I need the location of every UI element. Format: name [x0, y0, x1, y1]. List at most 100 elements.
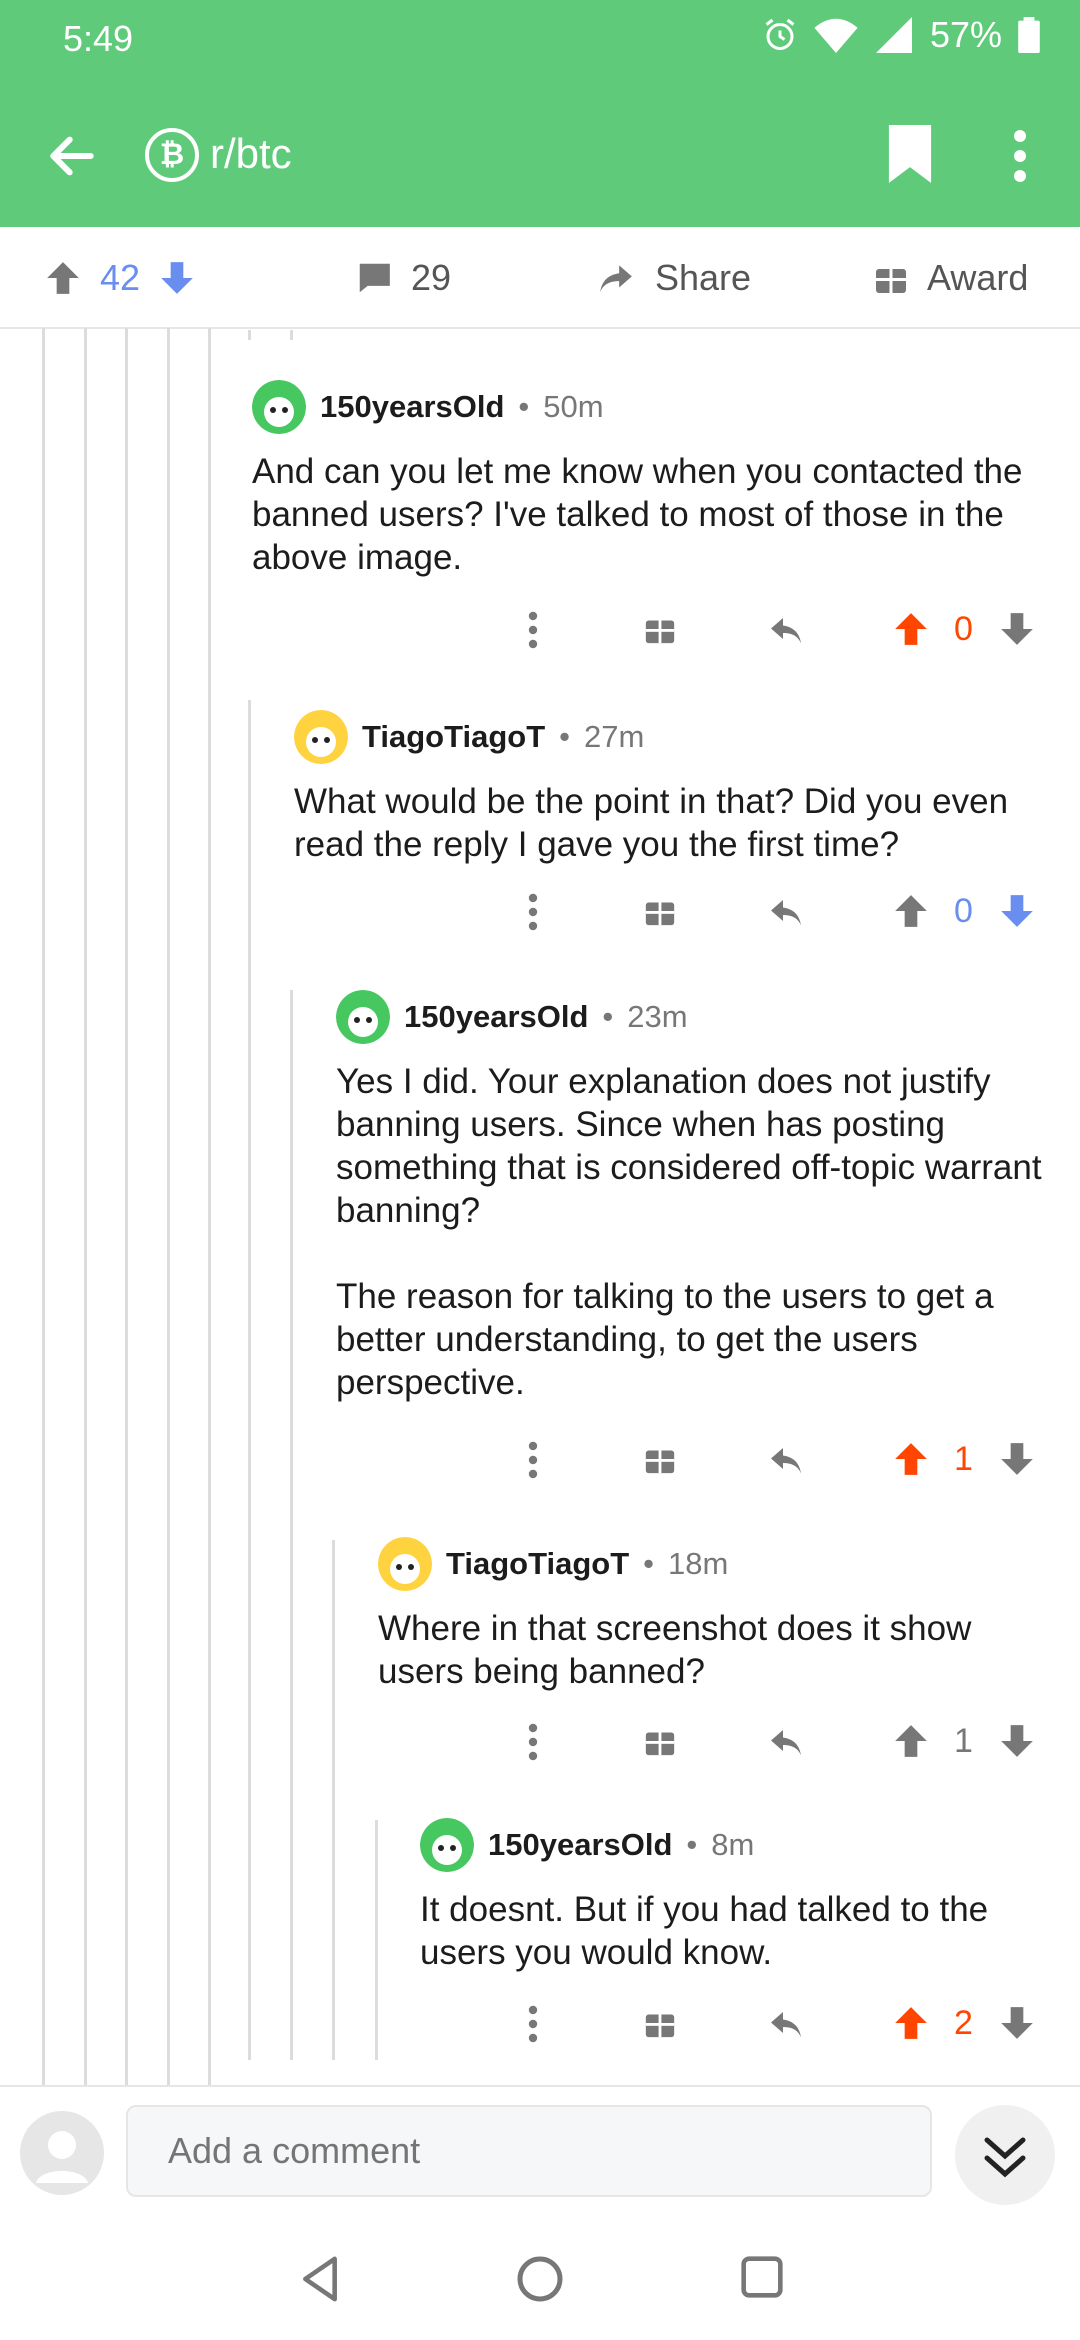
- more-options-icon[interactable]: [526, 1722, 540, 1762]
- gift-icon[interactable]: [643, 1724, 677, 1758]
- avatar-icon[interactable]: [336, 990, 390, 1044]
- meta-separator: •: [602, 999, 614, 1034]
- downvote-icon[interactable]: [998, 1440, 1036, 1478]
- comment-time: 27m: [584, 719, 645, 754]
- reply-icon[interactable]: [766, 2006, 806, 2042]
- comment-score: 1: [954, 1722, 973, 1760]
- comment-score: 1: [954, 1440, 973, 1478]
- signal-icon: [875, 17, 912, 53]
- post-action-bar: 42 29 Share Award: [0, 227, 1080, 329]
- collapse-chevron-icon[interactable]: [955, 2105, 1055, 2205]
- meta-separator: •: [643, 1546, 654, 1581]
- comment-username[interactable]: TiagoTiagoT: [446, 1546, 629, 1582]
- more-options-icon[interactable]: [526, 892, 540, 932]
- battery-icon: [1018, 17, 1040, 53]
- comment-time: 18m: [668, 1546, 729, 1581]
- gift-icon[interactable]: [643, 894, 677, 928]
- subreddit-icon[interactable]: ₿: [145, 128, 199, 182]
- more-options-icon[interactable]: [526, 610, 540, 650]
- upvote-icon[interactable]: [892, 1722, 930, 1760]
- gift-icon[interactable]: [643, 612, 677, 646]
- battery-percent: 57%: [929, 14, 1002, 55]
- upvote-icon[interactable]: [892, 610, 930, 648]
- downvote-icon[interactable]: [998, 892, 1036, 930]
- bookmark-icon[interactable]: [888, 125, 932, 183]
- comment-time: 8m: [711, 1827, 755, 1862]
- status-icons: 57%: [762, 14, 1040, 56]
- comment-meta: TiagoTiagoT • 18m: [378, 1537, 1058, 1591]
- nav-recents-icon[interactable]: [740, 2255, 784, 2299]
- upvote-icon[interactable]: [44, 259, 82, 297]
- upvote-icon[interactable]: [892, 1440, 930, 1478]
- more-options-icon[interactable]: [526, 2004, 540, 2044]
- gift-icon[interactable]: [643, 2006, 677, 2040]
- comment-controls: 2: [0, 1998, 1080, 2058]
- reply-icon[interactable]: [766, 1442, 806, 1478]
- comment-controls: 0: [0, 604, 1080, 664]
- wifi-icon: [814, 18, 858, 53]
- downvote-icon[interactable]: [998, 610, 1036, 648]
- comment-time: 23m: [627, 999, 688, 1034]
- comment-meta: 150yearsOld • 8m: [420, 1818, 1060, 1872]
- reply-icon[interactable]: [766, 612, 806, 648]
- comments-count[interactable]: 29: [355, 257, 451, 299]
- comment-body: Yes I did. Your explanation does not jus…: [336, 1062, 1042, 1402]
- comment-body: Where in that screenshot does it show us…: [378, 1609, 972, 1691]
- avatar-icon[interactable]: [252, 380, 306, 434]
- nav-back-icon[interactable]: [298, 2255, 342, 2303]
- comment-meta: TiagoTiagoT • 27m: [294, 710, 1054, 764]
- comments-count-label: 29: [411, 257, 452, 298]
- meta-separator: •: [686, 1827, 698, 1862]
- system-nav-bar: [0, 2225, 1080, 2340]
- award-button[interactable]: Award: [873, 257, 1028, 299]
- back-arrow-icon[interactable]: [44, 128, 100, 184]
- award-label: Award: [927, 257, 1029, 298]
- reply-icon[interactable]: [766, 1724, 806, 1760]
- gift-icon[interactable]: [643, 1442, 677, 1476]
- status-time: 5:49: [63, 18, 134, 59]
- comment-body: What would be the point in that? Did you…: [294, 782, 1009, 864]
- more-options-icon[interactable]: [1000, 128, 1040, 184]
- subreddit-name[interactable]: r/btc: [210, 130, 292, 178]
- comment-score: 2: [954, 2004, 973, 2042]
- downvote-icon[interactable]: [998, 2004, 1036, 2042]
- comment-username[interactable]: 150yearsOld: [404, 999, 588, 1035]
- comment-icon: [358, 263, 390, 293]
- avatar-icon[interactable]: [420, 1818, 474, 1872]
- downvote-icon[interactable]: [158, 259, 196, 297]
- more-options-icon[interactable]: [526, 1440, 540, 1480]
- comment-username[interactable]: TiagoTiagoT: [362, 719, 545, 755]
- comment-meta: 150yearsOld • 23m: [336, 990, 1056, 1044]
- alarm-icon: [765, 18, 795, 50]
- comment-body: And can you let me know when you contact…: [252, 452, 1023, 577]
- avatar-icon[interactable]: [294, 710, 348, 764]
- downvote-icon[interactable]: [998, 1722, 1036, 1760]
- upvote-icon[interactable]: [892, 2004, 930, 2042]
- comment-username[interactable]: 150yearsOld: [488, 1827, 672, 1863]
- comment-input[interactable]: [126, 2105, 932, 2197]
- comment-time: 50m: [543, 389, 604, 424]
- nav-home-icon[interactable]: [516, 2255, 564, 2303]
- comment-score: 0: [954, 892, 973, 930]
- comment-score: 0: [954, 610, 973, 648]
- share-button[interactable]: Share: [595, 257, 751, 299]
- meta-separator: •: [559, 719, 570, 754]
- share-label: Share: [655, 257, 752, 298]
- app-bar: ₿ r/btc: [0, 100, 1080, 210]
- comment-controls: 1: [0, 1434, 1080, 1494]
- app-header: 5:49 57% ₿ r/btc: [0, 0, 1080, 227]
- comment-body: It doesnt. But if you had talked to the …: [420, 1890, 989, 1972]
- upvote-icon[interactable]: [892, 892, 930, 930]
- avatar-icon[interactable]: [378, 1537, 432, 1591]
- comment-username[interactable]: 150yearsOld: [320, 389, 504, 425]
- share-icon: [600, 265, 632, 293]
- meta-separator: •: [518, 389, 530, 424]
- post-vote: 42: [44, 257, 196, 299]
- comment-controls: 1: [0, 1716, 1080, 1776]
- comment-composer: [0, 2085, 1080, 2227]
- user-avatar-icon[interactable]: [20, 2111, 104, 2195]
- comment-meta: 150yearsOld • 50m: [252, 380, 1052, 434]
- comment-controls: 0: [0, 886, 1080, 946]
- reply-icon[interactable]: [766, 894, 806, 930]
- gift-icon: [876, 269, 906, 293]
